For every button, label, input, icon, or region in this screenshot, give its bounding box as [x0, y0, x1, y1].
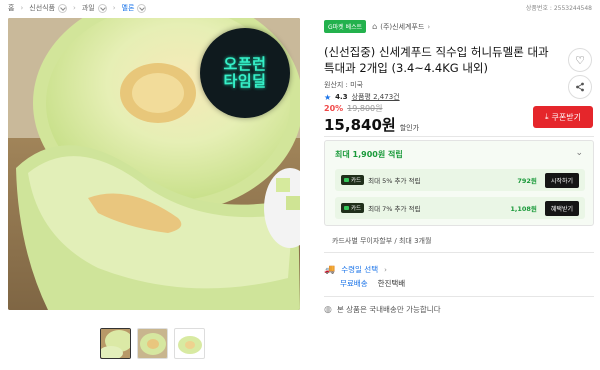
domestic-notice: ◍ 본 상품은 국내배송만 가능합니다 — [324, 304, 441, 315]
thumbnail-list — [100, 328, 205, 359]
breadcrumb-separator: › — [73, 4, 76, 12]
rating: ★ 4.3 상품평 2,473건 — [324, 92, 400, 102]
price-discount-row: 20% 19,800원 — [324, 103, 383, 114]
chevron-down-icon[interactable] — [58, 3, 68, 13]
points-start-button[interactable]: 시작하기 — [544, 172, 579, 188]
points-headline: 최대 1,900원 적립 — [335, 150, 403, 159]
chevron-down-icon[interactable] — [137, 3, 147, 13]
truck-icon: 🚚 — [324, 264, 336, 275]
discount-rate: 20% — [324, 104, 344, 113]
points-row: 카드 최대 7% 추가 적립 1,108원 혜택받기 — [335, 197, 585, 219]
shipping-details: 무료배송 한진택배 — [340, 278, 405, 289]
share-icon[interactable] — [568, 75, 592, 99]
chevron-right-icon: › — [427, 22, 431, 31]
seller-link[interactable]: ⌂ (주)신세계푸드 › — [372, 22, 430, 32]
original-price: 19,800원 — [347, 104, 383, 113]
points-row: 카드 최대 5% 추가 적립 792원 시작하기 — [335, 169, 585, 191]
coupon-button[interactable]: ⤓ 쿠폰받기 — [533, 106, 593, 128]
chevron-down-icon[interactable]: ⌄ — [575, 148, 583, 158]
shipping-row[interactable]: 🚚 수령일 선택 › — [324, 264, 387, 275]
thumbnail-1[interactable] — [100, 328, 131, 359]
points-row-amount: 792원 — [517, 177, 537, 185]
sale-price-row: 15,840원 할인가 — [324, 114, 419, 135]
globe-icon: ◍ — [324, 304, 332, 315]
card-icon — [344, 178, 349, 182]
points-row-amount: 1,108원 — [510, 205, 537, 213]
download-icon: ⤓ — [545, 112, 549, 121]
seller-name: (주)신세계푸드 — [380, 22, 425, 31]
star-icon: ★ — [324, 92, 332, 102]
breadcrumb-melon[interactable]: 멜론 — [122, 3, 147, 13]
product-tags: G마켓 베스트 ⌂ (주)신세계푸드 › — [324, 20, 430, 33]
divider — [324, 136, 594, 137]
thumbnail-3[interactable] — [174, 328, 205, 359]
carrier: 한진택배 — [377, 279, 406, 288]
divider — [324, 252, 594, 253]
points-row-desc: 최대 7% 추가 적립 — [368, 205, 421, 213]
open-run-timedeal-badge: 오픈런 타임딜 — [200, 28, 290, 118]
product-title: (신선집중) 신세계푸드 직수입 허니듀멜론 대과 특대과 2개입 (3.4~4… — [324, 45, 549, 75]
wishlist-heart-icon[interactable]: ♡ — [568, 48, 592, 72]
free-shipping: 무료배송 — [340, 279, 368, 288]
card-badge: 카드 — [341, 203, 365, 213]
installment-info: 카드사별 무이자할부 / 최대 3개월 — [332, 237, 432, 245]
breadcrumb-separator: › — [20, 4, 24, 12]
delivery-date-select[interactable]: 수령일 선택 — [341, 264, 378, 275]
points-panel: 최대 1,900원 적립 ⌄ 카드 최대 5% 추가 적립 792원 시작하기 … — [324, 140, 594, 226]
home-icon: ⌂ — [372, 22, 378, 31]
chevron-right-icon: › — [384, 265, 387, 274]
main-product-image[interactable]: 오픈런 타임딜 — [8, 18, 300, 310]
sale-price-label: 할인가 — [399, 124, 420, 132]
card-badge: 카드 — [341, 175, 365, 185]
breadcrumb-home[interactable]: 홈 — [8, 3, 14, 13]
thumbnail-2[interactable] — [137, 328, 168, 359]
points-row-desc: 최대 5% 추가 적립 — [368, 177, 421, 185]
product-number: 상품번호 : 2553244548 — [525, 5, 592, 12]
chevron-down-icon[interactable] — [97, 3, 107, 13]
origin-info: 원산지 : 미국 — [324, 81, 364, 89]
review-count-link[interactable]: 상품평 2,473건 — [352, 92, 400, 102]
best-badge: G마켓 베스트 — [324, 20, 367, 33]
breadcrumb: 홈 › 신선식품 › 과일 › 멜론 — [8, 3, 152, 13]
breadcrumb-fresh-food[interactable]: 신선식품 — [29, 3, 68, 13]
rating-score: 4.3 — [335, 93, 348, 101]
card-icon — [344, 206, 349, 210]
divider — [324, 296, 594, 297]
breadcrumb-separator: › — [112, 4, 116, 12]
points-benefit-button[interactable]: 혜택받기 — [544, 200, 579, 216]
breadcrumb-fruit[interactable]: 과일 — [82, 3, 107, 13]
sale-price: 15,840원 — [324, 116, 396, 134]
